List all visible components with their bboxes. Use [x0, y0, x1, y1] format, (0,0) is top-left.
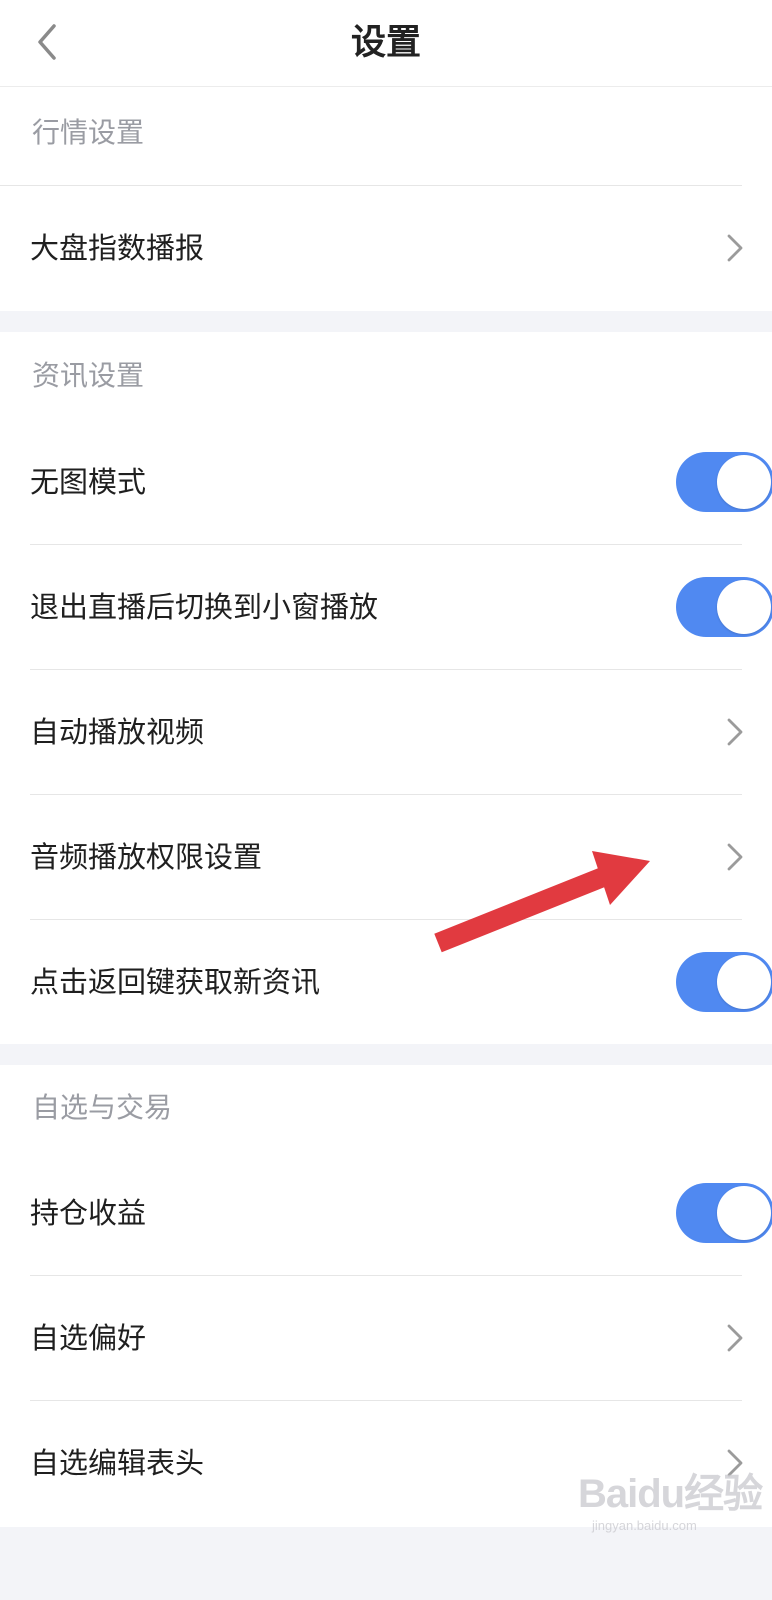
section-news-settings: 资讯设置 无图模式 退出直播后切换到小窗播放 自动播放视频 音频播放权限设置 点…: [0, 332, 772, 1044]
row-mini-window-after-live[interactable]: 退出直播后切换到小窗播放: [30, 545, 772, 670]
row-label: 无图模式: [30, 465, 147, 499]
toggle-knob: [717, 1186, 771, 1240]
section-title: 行情设置: [0, 87, 742, 186]
section-title: 资讯设置: [32, 359, 145, 392]
row-back-key-refresh[interactable]: 点击返回键获取新资讯: [30, 920, 772, 1045]
back-key-refresh-toggle[interactable]: [676, 952, 772, 1012]
chevron-right-icon: [722, 232, 746, 264]
toggle-knob: [717, 580, 771, 634]
chevron-right-icon: [722, 716, 746, 748]
baidu-watermark: Baidu经验 jingyan.baidu.com: [578, 1470, 768, 1560]
row-label: 退出直播后切换到小窗播放: [30, 590, 379, 624]
row-market-index-broadcast[interactable]: 大盘指数播报: [30, 186, 743, 311]
row-no-image-mode[interactable]: 无图模式: [30, 420, 772, 545]
row-label: 自选编辑表头: [30, 1446, 205, 1480]
row-label: 音频播放权限设置: [30, 840, 263, 874]
watermark-logo: Baidu经验: [578, 1472, 763, 1516]
row-position-profit[interactable]: 持仓收益: [30, 1151, 772, 1276]
row-label: 大盘指数播报: [30, 231, 205, 265]
row-watchlist-preference[interactable]: 自选偏好: [30, 1276, 743, 1401]
section-title: 自选与交易: [32, 1091, 173, 1124]
position-profit-toggle[interactable]: [676, 1183, 772, 1243]
row-label: 点击返回键获取新资讯: [30, 965, 321, 999]
toggle-knob: [717, 955, 771, 1009]
row-label: 自动播放视频: [30, 715, 205, 749]
page-title: 设置: [350, 23, 421, 63]
watermark-url: jingyan.baidu.com: [592, 1518, 697, 1533]
row-autoplay-video[interactable]: 自动播放视频: [30, 670, 743, 795]
chevron-right-icon: [722, 1322, 746, 1354]
toggle-knob: [717, 455, 771, 509]
section-market-settings: 行情设置 大盘指数播报: [0, 87, 772, 311]
section-watchlist-trading: 自选与交易 持仓收益 自选偏好 自选编辑表头: [0, 1065, 772, 1527]
chevron-right-icon: [722, 841, 746, 873]
no-image-mode-toggle[interactable]: [676, 452, 772, 512]
row-label: 持仓收益: [30, 1196, 147, 1230]
top-bar: 设置: [0, 0, 772, 87]
mini-window-toggle[interactable]: [676, 577, 772, 637]
row-label: 自选偏好: [30, 1321, 147, 1355]
row-audio-permission[interactable]: 音频播放权限设置: [30, 795, 743, 920]
